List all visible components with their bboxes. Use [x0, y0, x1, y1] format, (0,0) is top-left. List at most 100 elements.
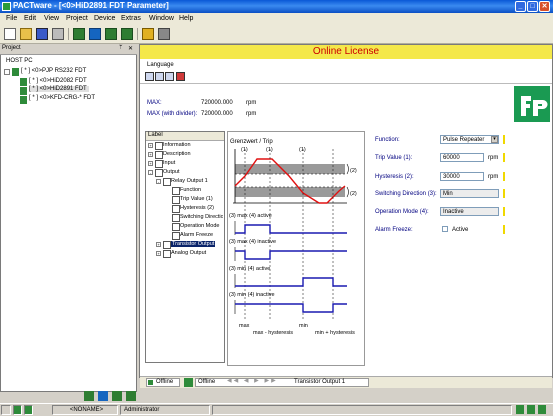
max-divider-unit: rpm	[246, 111, 257, 117]
connect-icon[interactable]	[73, 28, 85, 40]
alarm-freeze-checkbox-label: Active	[452, 227, 469, 233]
tree-item-device[interactable]: [ * ] <0>KFD-CRG-* FDT	[29, 95, 95, 101]
operation-mode-field[interactable]: Inactive	[440, 207, 499, 216]
connection-status-text: Offline	[198, 379, 216, 385]
toolbar-separator	[137, 28, 138, 40]
tree-header: Label	[146, 132, 224, 141]
menu-device[interactable]: Device	[94, 15, 115, 22]
alarm-freeze-checkbox[interactable]	[442, 226, 448, 232]
axis-label-min: min	[299, 323, 308, 329]
page-icon	[172, 214, 180, 222]
hysteresis-text: 30000	[443, 174, 460, 180]
tray-icon	[538, 405, 546, 414]
tree-item-information[interactable]: Information	[163, 142, 191, 148]
open-icon[interactable]	[20, 28, 32, 40]
disconnect-icon[interactable]	[89, 28, 101, 40]
tree-item-trip-value[interactable]: Trip Value (1)	[180, 196, 213, 202]
tree-item-description[interactable]: Description	[163, 151, 191, 157]
collapse-icon[interactable]: -	[156, 179, 161, 184]
project-panel-header: Project ᛘ ✕	[0, 44, 137, 55]
tab-offline-label: Offline	[156, 379, 174, 385]
expand-icon[interactable]: +	[156, 251, 161, 256]
device-catalog-icon[interactable]	[158, 28, 170, 40]
device-offline-icon[interactable]	[98, 391, 108, 401]
view-icon[interactable]	[155, 72, 164, 81]
maximize-button[interactable]: □	[527, 1, 538, 12]
tree-item-hysteresis[interactable]: Hysteresis (2)	[180, 205, 214, 211]
tree-item-relay-output-1[interactable]: Relay Output 1	[171, 178, 208, 184]
expand-icon[interactable]: +	[148, 143, 153, 148]
tree-item-switching-direction[interactable]: Switching Direction	[180, 214, 223, 220]
device-online-icon[interactable]	[84, 391, 94, 401]
marker-1: (1)	[241, 147, 248, 153]
tree-item-function[interactable]: Function	[180, 187, 201, 193]
device-download-icon[interactable]	[126, 391, 136, 401]
minimize-button[interactable]: _	[515, 1, 526, 12]
device-upload-icon[interactable]	[112, 391, 122, 401]
tree-header-label: Label	[148, 132, 163, 138]
divider	[140, 83, 552, 84]
menu-view[interactable]: View	[44, 15, 59, 22]
tree-item-output[interactable]: Output	[163, 169, 180, 175]
status-empty	[212, 405, 512, 415]
page-icon	[172, 196, 180, 204]
upload-icon[interactable]	[105, 28, 117, 40]
tree-item-operation-mode[interactable]: Operation Mode	[180, 223, 223, 229]
expand-icon[interactable]: +	[148, 152, 153, 157]
print-icon[interactable]	[52, 28, 64, 40]
tree-item-transistor-output-selected[interactable]: Transistor Output	[171, 241, 216, 247]
menu-window[interactable]: Window	[149, 15, 174, 22]
folder-icon	[155, 169, 163, 177]
marker-1: (1)	[266, 147, 273, 153]
axis-label-max-hysteresis: max - hysteresis	[253, 330, 293, 336]
status-indicator-icon	[1, 405, 11, 415]
tree-item-device[interactable]: [ * ] <0>HiD2082 FDT	[29, 78, 87, 84]
download-icon[interactable]	[121, 28, 133, 40]
menu-edit[interactable]: Edit	[24, 15, 36, 22]
menu-extras[interactable]: Extras	[121, 15, 141, 22]
page-icon	[172, 187, 180, 195]
tree-item-host-pc[interactable]: HOST PC	[6, 58, 33, 64]
save-icon[interactable]	[36, 28, 48, 40]
project-panel-close-button[interactable]: ✕	[128, 45, 133, 52]
language-menu[interactable]: Language	[147, 62, 174, 68]
tree-item-device[interactable]: [ * ] <0>PJP RS232 FDT	[21, 68, 86, 74]
switching-direction-field[interactable]: Min	[440, 189, 499, 198]
modified-indicator	[503, 225, 505, 234]
tree-item-label: [ * ] <0>KFD-CRG-* FDT	[29, 95, 96, 101]
tray-icon	[516, 405, 524, 414]
device-icon	[20, 87, 27, 95]
tree-item-alarm-freeze[interactable]: Alarm Freeze	[180, 232, 213, 238]
modified-indicator	[503, 207, 505, 216]
tab-offline[interactable]: Offline	[146, 378, 180, 387]
status-user: <NONAME>	[52, 405, 118, 415]
expand-icon[interactable]: +	[148, 161, 153, 166]
tree-item-device-selected[interactable]: [ * ] <0>HiD2891 FDT	[29, 86, 89, 92]
hysteresis-input[interactable]: 30000	[440, 172, 484, 181]
page-icon	[172, 205, 180, 213]
new-icon[interactable]	[4, 28, 16, 40]
collapse-icon[interactable]	[4, 69, 10, 75]
pin-icon[interactable]: ᛘ	[119, 45, 123, 51]
view-icon[interactable]	[165, 72, 174, 81]
close-button[interactable]: ✕	[539, 1, 550, 12]
tree-item-input[interactable]: Input	[163, 160, 175, 166]
folder-icon	[155, 142, 163, 150]
view-icon[interactable]	[145, 72, 154, 81]
navigation-arrows[interactable]: ◀◀ ◀ ▶ ▶▶	[227, 377, 282, 386]
trip-value-input[interactable]: 60000	[440, 153, 484, 162]
collapse-icon[interactable]: -	[148, 170, 153, 175]
device-icon	[148, 380, 153, 385]
dtm-bottom-bar: Offline Offline	[140, 376, 552, 388]
expand-icon[interactable]: +	[156, 242, 161, 247]
menu-file[interactable]: File	[6, 15, 17, 22]
tree-item-label: HOST PC	[6, 58, 33, 64]
function-label: Function:	[375, 137, 400, 143]
parameter-icon[interactable]	[142, 28, 154, 40]
tree-item-analog-output[interactable]: Analog Output	[171, 250, 206, 256]
menu-help[interactable]: Help	[179, 15, 193, 22]
book-icon[interactable]	[176, 72, 185, 81]
state-label: (3) max (4) inactive	[229, 239, 276, 245]
chevron-down-icon[interactable]: ▾	[491, 136, 498, 143]
menu-project[interactable]: Project	[66, 15, 88, 22]
